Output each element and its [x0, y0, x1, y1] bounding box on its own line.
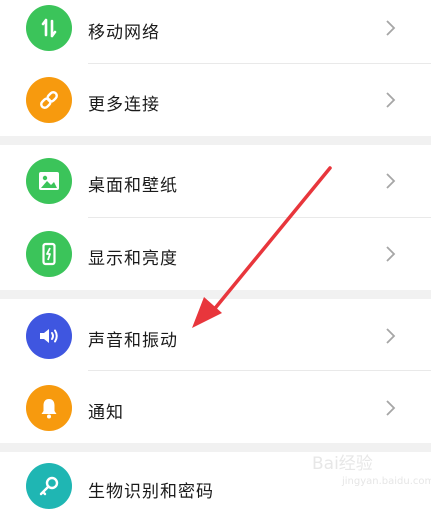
chevron-right-icon	[386, 246, 396, 262]
key-icon	[26, 463, 72, 509]
settings-item-label: 更多连接	[88, 95, 160, 115]
link-icon	[26, 77, 72, 123]
chevron-right-icon	[386, 328, 396, 344]
settings-item-display-brightness[interactable]: 显示和亮度	[0, 218, 431, 290]
settings-item-label: 生物识别和密码	[88, 482, 214, 502]
chevron-right-icon	[386, 92, 396, 108]
chevron-right-icon	[386, 400, 396, 416]
chevron-right-icon	[386, 173, 396, 189]
settings-item-label: 桌面和壁纸	[88, 176, 178, 196]
watermark-url: jingyan.baidu.com	[342, 476, 431, 487]
chevron-right-icon	[386, 20, 396, 36]
mobile-data-icon	[26, 5, 72, 51]
settings-item-label: 通知	[88, 403, 124, 423]
speaker-icon	[26, 313, 72, 359]
watermark-logo: Bai经验	[312, 454, 373, 474]
settings-item-desktop-wallpaper[interactable]: 桌面和壁纸	[0, 145, 431, 217]
phone-display-icon	[26, 231, 72, 277]
settings-item-label: 显示和亮度	[88, 249, 178, 269]
bell-icon	[26, 385, 72, 431]
settings-item-sound-vibration[interactable]: 声音和振动	[0, 299, 431, 371]
settings-item-label: 移动网络	[88, 23, 160, 43]
settings-item-label: 声音和振动	[88, 331, 178, 351]
section-gap	[0, 136, 431, 145]
settings-item-more-connections[interactable]: 更多连接	[0, 64, 431, 136]
section-gap	[0, 290, 431, 299]
image-icon	[26, 158, 72, 204]
settings-item-notifications[interactable]: 通知	[0, 371, 431, 443]
settings-item-mobile-network[interactable]: 移动网络	[0, 0, 431, 64]
